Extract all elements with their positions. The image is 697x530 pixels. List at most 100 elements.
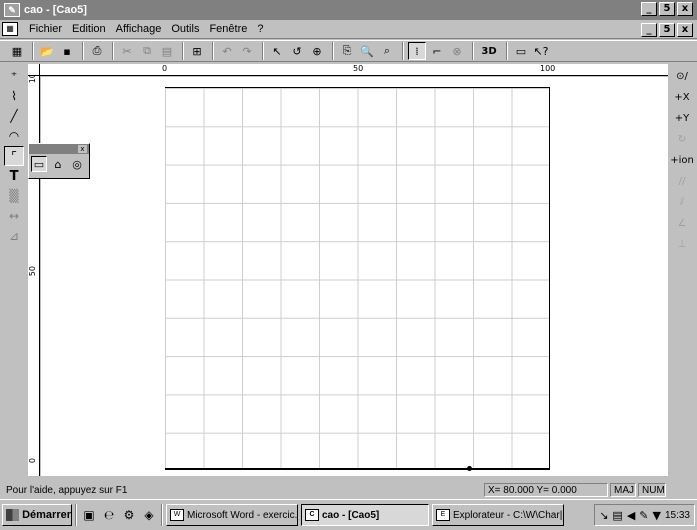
horizontal-ruler: 0 50 100 [40,64,668,76]
zoom-window-icon[interactable]: ⊕ [308,42,326,60]
shape-palette[interactable]: x ▭ ⌂ ◎ [28,143,90,179]
menu-fenetre[interactable]: Fenêtre [204,23,252,35]
window-icon[interactable]: ▭ [512,42,530,60]
polygon-shape-icon[interactable]: ⌂ [50,156,66,172]
zoom-in-icon[interactable]: 🔍 [358,42,376,60]
drawing-canvas[interactable] [41,77,668,476]
browser-icon[interactable]: ℮ [100,506,118,524]
window-title: cao - [Cao5] [24,4,87,16]
save-icon[interactable]: ▪ [58,42,76,60]
copy-icon[interactable]: ⧉ [138,42,156,60]
right-modify-toolbar: ⊙/+X +Y ↻ +ion//⫽ ∠ ⊥ [670,66,694,255]
main-toolbar: ▦ 📂 ▪ ⎙ ✂ ⧉ ▤ ⊞ ↶ ↷ ↖ ↺ ⊕ ⎘ 🔍 ⌕ ⁞ ⌐ ⊗ 3D ▭ ↖? [0,40,697,62]
menu-bar: ▦ Fichier Edition Affichage Outils Fenêt… [0,20,697,39]
page-setup-icon[interactable]: ⊞ [188,42,206,60]
redo-icon[interactable]: ↷ [238,42,256,60]
arc-tool-icon[interactable]: ◠ [4,126,24,146]
toolbar-separator [82,42,84,60]
ruler-h-label: 50 [353,64,364,73]
tray-icon[interactable]: ✎ [639,509,648,522]
polyline-tool-icon[interactable]: ⌇ [4,86,24,106]
3d-view-button[interactable]: 3D [478,42,500,60]
menu-affichage[interactable]: Affichage [111,23,167,35]
select-arrow-icon[interactable]: ↖ [268,42,286,60]
move-x-icon[interactable]: +X [671,87,693,108]
move-y-icon[interactable]: +Y [671,108,693,129]
intersect-icon[interactable]: ⊥ [671,234,693,255]
task-cao[interactable]: Ccao - [Cao5] [301,504,429,526]
ruler-h-label: 100 [540,64,556,73]
title-bar[interactable]: ✎ cao - [Cao5] _ 5 x [0,0,697,20]
line-tool-icon[interactable]: ╱ [4,106,24,126]
menu-edition[interactable]: Edition [67,23,111,35]
undo-icon[interactable]: ↶ [218,42,236,60]
task-app-icon: W [170,509,184,521]
text-tool-icon[interactable]: T [4,166,24,186]
hatch-tool-icon[interactable]: ▒ [4,186,24,206]
ruler-v-label: 0 [28,458,37,464]
menu-help[interactable]: ? [252,23,268,35]
menu-fichier[interactable]: Fichier [24,23,67,35]
restore-button[interactable]: 5 [659,2,675,16]
new-icon[interactable]: ▦ [8,42,26,60]
quick-launch: ▣ ℮ ⚙ ◈ [80,506,158,524]
palette-close-button[interactable]: x [78,145,87,153]
paste-icon[interactable]: ▤ [158,42,176,60]
rectangle-tool-icon[interactable]: ⌜ [4,146,24,166]
rectangle-shape-icon[interactable]: ▭ [31,156,47,172]
rotate-copy-icon[interactable]: ↻ [671,129,693,150]
toolbar-separator [262,42,264,60]
minimize-button[interactable]: _ [641,2,657,16]
cursor-point [467,466,472,471]
task-word[interactable]: W Microsoft Word - exercic... [166,504,298,526]
grid-snap-icon[interactable]: ⁞ [408,42,426,60]
taskbar-divider [161,504,163,526]
document-icon[interactable]: ▦ [2,22,18,36]
explorer-icon[interactable]: ⚙ [120,506,138,524]
parallel-icon[interactable]: // [671,171,693,192]
menu-outils[interactable]: Outils [166,23,204,35]
cut-icon[interactable]: ✂ [118,42,136,60]
tray-icon[interactable]: ▼ [653,509,661,522]
spiral-shape-icon[interactable]: ◎ [69,156,85,172]
tray-icon[interactable]: ↘ [599,509,608,522]
channels-icon[interactable]: ◈ [140,506,158,524]
task-app-icon: E [436,509,450,521]
palette-titlebar[interactable]: x [29,144,89,154]
cursor-snap-icon[interactable]: ⌐ [428,42,446,60]
angle-icon[interactable]: ∠ [671,213,693,234]
point-tool-icon[interactable]: ⁺ [4,66,24,86]
doc-close-button[interactable]: x [677,23,693,37]
rotate-icon[interactable]: ↺ [288,42,306,60]
status-help-text: Pour l'aide, appuyez sur F1 [6,484,128,496]
open-icon[interactable]: 📂 [38,42,56,60]
clock[interactable]: 15:33 [665,510,690,521]
tray-icon[interactable]: ▤ [612,509,622,522]
start-button[interactable]: Démarrer [2,504,72,526]
doc-minimize-button[interactable]: _ [641,23,657,37]
left-drawing-toolbar: ⁺ ⌇ ╱ ◠ ⌜ T ▒ ↔ ⊿ [4,66,24,246]
doc-restore-button[interactable]: 5 [659,23,675,37]
taskbar: Démarrer ▣ ℮ ⚙ ◈ W Microsoft Word - exercic.… [0,499,697,530]
status-num: NUM [638,483,666,497]
close-button[interactable]: x [677,2,693,16]
ruler-v-label: 50 [28,266,37,277]
dimension-tool-icon[interactable]: ↔ [4,206,24,226]
link-icon[interactable]: ⊗ [448,42,466,60]
status-caps: MAJ [610,483,636,497]
measure-tool-icon[interactable]: ⊿ [4,226,24,246]
help-pointer-icon[interactable]: ↖? [532,42,550,60]
zoom-page-icon[interactable]: ⎘ [338,42,356,60]
toolbar-separator [212,42,214,60]
snap-tool-icon[interactable]: ⊙/ [671,66,693,87]
desktop-icon[interactable]: ▣ [80,506,98,524]
zoom-all-icon[interactable]: ⌕ [378,42,396,60]
cad-app-icon[interactable]: ✎ [4,3,20,17]
print-icon[interactable]: ⎙ [88,42,106,60]
drawing-sheet[interactable] [165,87,550,470]
task-explorer[interactable]: E Explorateur - C:\W\Char|... [432,504,564,526]
perpendicular-icon[interactable]: ⫽ [671,192,693,213]
tray-icon[interactable]: ◀ [627,509,635,522]
tangent-icon[interactable]: +ion [670,150,694,171]
toolbar-separator [32,42,34,60]
